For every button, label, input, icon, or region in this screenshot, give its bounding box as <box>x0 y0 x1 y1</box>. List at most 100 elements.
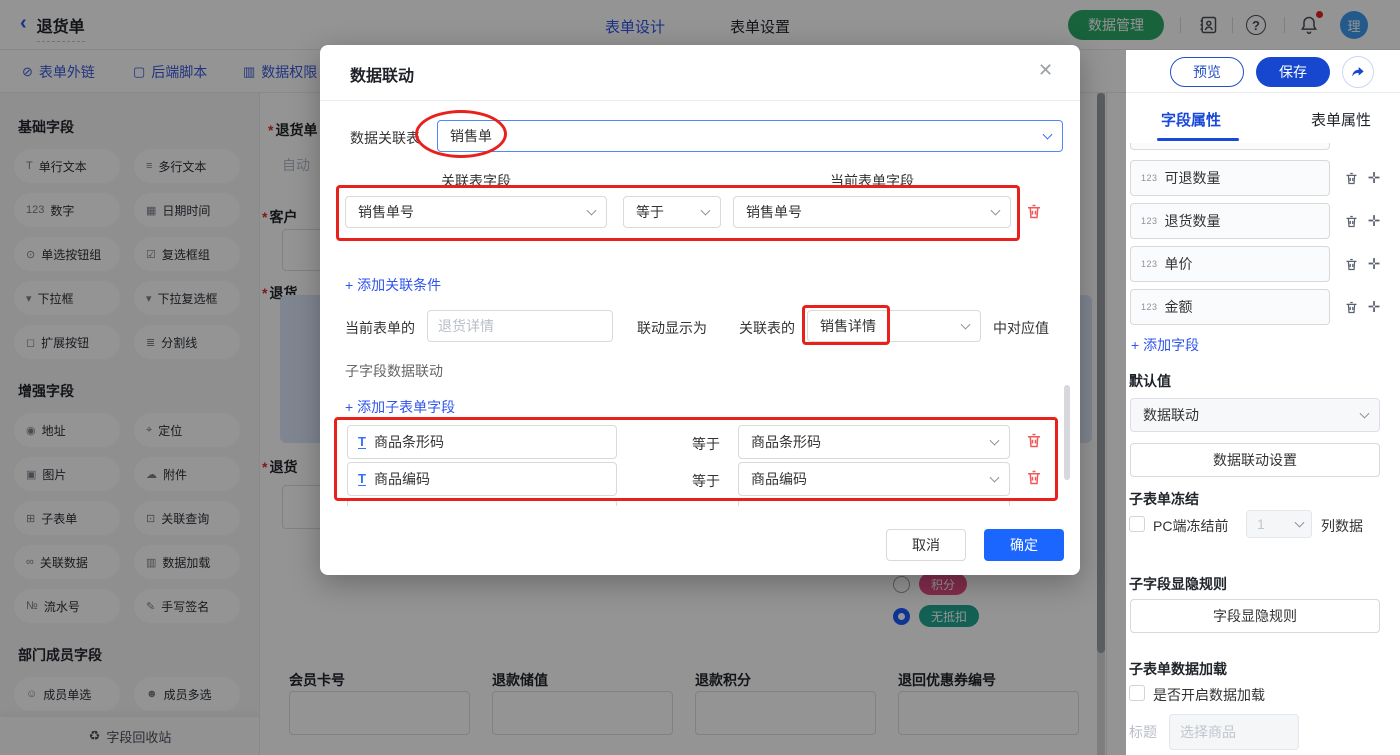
default-value-select[interactable]: 数据联动 <box>1130 398 1380 432</box>
current-field-input[interactable]: 退货详情 <box>427 310 613 342</box>
display-as-label: 联动显示为 <box>637 318 707 338</box>
linked-table-label: 数据关联表 <box>350 128 420 148</box>
condition-op-select[interactable]: 等于 <box>623 196 721 228</box>
tab-form-properties[interactable]: 表单属性 <box>1311 109 1371 130</box>
number-type-icon: 123 <box>1141 173 1158 183</box>
delete-field-icon[interactable] <box>1342 255 1360 273</box>
condition-right-value: 销售单号 <box>746 202 802 222</box>
delete-condition-icon[interactable] <box>1025 202 1043 222</box>
subrow2-left-value: 商品编码 <box>374 469 430 489</box>
cancel-button[interactable]: 取消 <box>886 529 966 561</box>
delete-field-icon[interactable] <box>1342 169 1360 187</box>
save-button[interactable]: 保存 <box>1256 57 1330 87</box>
subrow1-op: 等于 <box>692 434 720 454</box>
chevron-down-icon <box>701 206 711 216</box>
delete-subrow2-icon[interactable] <box>1025 468 1043 488</box>
subrow2-right-select[interactable]: 商品编码 <box>738 462 1010 496</box>
delete-subrow1-icon[interactable] <box>1025 431 1043 451</box>
subrow3-left-clipped <box>347 499 617 506</box>
subfield-label: 单价 <box>1165 254 1193 274</box>
subfield-item[interactable]: 123 单价 <box>1130 246 1330 282</box>
move-field-icon[interactable]: ✛ <box>1365 169 1383 187</box>
current-form-label: 当前表单的 <box>345 318 415 338</box>
text-type-icon: T <box>358 435 366 450</box>
title-input-disabled: 选择商品 <box>1169 714 1299 750</box>
chevron-down-icon <box>990 436 1000 446</box>
current-field-placeholder: 退货详情 <box>438 316 494 336</box>
subfield-item[interactable]: 123 金额 <box>1130 289 1330 325</box>
move-field-icon[interactable]: ✛ <box>1365 212 1383 230</box>
move-field-icon[interactable]: ✛ <box>1365 298 1383 316</box>
subfield-item-clipped <box>1130 143 1330 150</box>
subrow1-right-value: 商品条形码 <box>751 432 821 452</box>
subrow1-right-select[interactable]: 商品条形码 <box>738 425 1010 459</box>
delete-field-icon[interactable] <box>1342 212 1360 230</box>
number-type-icon: 123 <box>1141 216 1158 226</box>
subform-data-load-label: 子表单数据加载 <box>1129 659 1227 679</box>
subrow3-right-clipped <box>738 499 1010 506</box>
app-root: ‹ 退货单 表单设计 表单设置 数据管理 ? 理 ⊘ 表单外链 ▢ 后端脚本 ▥… <box>0 0 1400 755</box>
condition-left-select[interactable]: 销售单号 <box>345 196 607 228</box>
text-type-icon: T <box>358 472 366 487</box>
subfield-item[interactable]: 123可退数量 <box>1130 160 1330 196</box>
subrow1-left-field[interactable]: T 商品条形码 <box>347 425 617 459</box>
linked-table-value: 销售单 <box>450 126 492 146</box>
number-type-icon: 123 <box>1141 259 1158 269</box>
data-linkage-modal: 数据联动 ✕ 数据关联表 销售单 关联表字段 当前表单字段 销售单号 等于 销售… <box>320 45 1080 575</box>
freeze-checkbox[interactable] <box>1129 516 1145 532</box>
default-value-label: 默认值 <box>1129 371 1171 391</box>
column-header-linked-field: 关联表字段 <box>345 171 607 191</box>
subfield-linkage-title: 子字段数据联动 <box>345 361 443 381</box>
properties-panel: 字段属性 表单属性 123可退数量 ✛ 123 退货数量 ✛ 123 单价 ✛ 12… <box>1106 93 1400 755</box>
subrow2-right-value: 商品编码 <box>751 469 807 489</box>
subfield-label: 退货数量 <box>1165 211 1221 231</box>
chevron-down-icon <box>961 320 971 330</box>
field-visibility-rules-button[interactable]: 字段显隐规则 <box>1130 599 1380 633</box>
column-header-current-field: 当前表单字段 <box>733 171 1011 191</box>
data-load-checkbox[interactable] <box>1129 685 1145 701</box>
subform-freeze-label: 子表单冻结 <box>1129 489 1199 509</box>
condition-op-value: 等于 <box>636 202 664 222</box>
delete-field-icon[interactable] <box>1342 298 1360 316</box>
related-field-value: 销售详情 <box>820 316 876 336</box>
related-field-select[interactable]: 销售详情 <box>807 310 981 342</box>
subrow1-left-value: 商品条形码 <box>374 432 444 452</box>
number-type-icon: 123 <box>1141 302 1158 312</box>
chevron-down-icon <box>1295 518 1305 528</box>
title-value: 选择商品 <box>1180 722 1236 742</box>
subfield-label: 金额 <box>1165 297 1193 317</box>
active-tab-underline <box>1157 138 1239 141</box>
tab-field-properties[interactable]: 字段属性 <box>1161 109 1221 130</box>
confirm-button[interactable]: 确定 <box>984 529 1064 561</box>
condition-left-value: 销售单号 <box>358 202 414 222</box>
share-button[interactable] <box>1342 56 1374 88</box>
freeze-count-select[interactable]: 1 <box>1246 510 1312 538</box>
related-table-label: 关联表的 <box>739 318 795 338</box>
preview-button[interactable]: 预览 <box>1170 57 1244 87</box>
linked-table-select[interactable]: 销售单 <box>437 120 1063 152</box>
modal-scrollbar-thumb[interactable] <box>1064 385 1070 480</box>
freeze-count-value: 1 <box>1257 516 1265 532</box>
share-arrow-icon <box>1350 64 1366 80</box>
modal-backdrop-top <box>0 0 1400 50</box>
subrow2-op: 等于 <box>692 471 720 491</box>
subrow2-left-field[interactable]: T 商品编码 <box>347 462 617 496</box>
add-field-link[interactable]: + 添加字段 <box>1131 335 1199 355</box>
default-value-text: 数据联动 <box>1143 405 1199 425</box>
chevron-down-icon <box>990 473 1000 483</box>
divider <box>320 100 1080 101</box>
data-linkage-settings-button[interactable]: 数据联动设置 <box>1130 443 1380 477</box>
freeze-checkbox-label: PC端冻结前 <box>1153 516 1228 536</box>
freeze-suffix-label: 列数据 <box>1321 516 1363 536</box>
chevron-down-icon <box>991 206 1001 216</box>
subfield-item[interactable]: 123 退货数量 <box>1130 203 1330 239</box>
subfield-rules-label: 子字段显隐规则 <box>1129 574 1227 594</box>
corresponding-value-label: 中对应值 <box>993 318 1049 338</box>
chevron-down-icon <box>1043 130 1053 140</box>
condition-right-select[interactable]: 销售单号 <box>733 196 1011 228</box>
close-icon[interactable]: ✕ <box>1038 60 1053 81</box>
chevron-down-icon <box>587 206 597 216</box>
add-condition-link[interactable]: + 添加关联条件 <box>345 275 441 295</box>
move-field-icon[interactable]: ✛ <box>1365 255 1383 273</box>
add-subform-field-link[interactable]: + 添加子表单字段 <box>345 397 455 417</box>
